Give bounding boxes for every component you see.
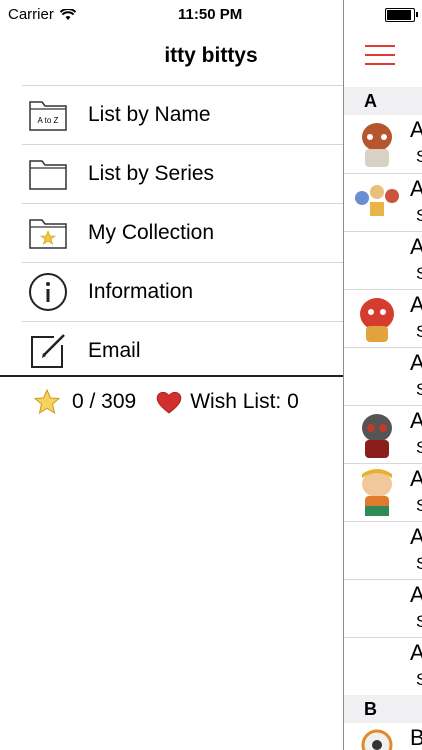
folder-a-to-z-icon: A to Z (28, 95, 68, 135)
list-item[interactable]: A S (344, 521, 422, 580)
figure-thumbnail-icon (352, 468, 402, 518)
list-item[interactable]: A S (344, 463, 422, 522)
menu-label-my-collection: My Collection (88, 221, 215, 244)
compose-icon (28, 331, 68, 371)
menu-label-list-by-series: List by Series (88, 162, 215, 185)
item-name: A (410, 117, 422, 143)
item-name: B (410, 725, 422, 750)
hamburger-menu-button[interactable] (365, 45, 395, 65)
list-item[interactable]: A S (344, 347, 422, 406)
status-time: 11:50 PM (178, 6, 243, 23)
item-name: A (410, 292, 422, 318)
figure-thumbnail-icon (352, 727, 402, 750)
section-letter: A (364, 91, 377, 111)
menu-label-email: Email (88, 339, 141, 362)
menu-list: A to Z List by Name List by Series My Co… (22, 85, 343, 380)
figure-thumbnail-icon (352, 178, 402, 228)
item-name: A (410, 524, 422, 550)
section-letter: B (364, 699, 377, 719)
item-series: S (416, 554, 422, 574)
item-series: S (416, 264, 422, 284)
item-series: S (416, 496, 422, 516)
item-series: S (416, 206, 422, 226)
item-name: A (410, 350, 422, 376)
item-series: S (416, 147, 422, 167)
item-name: A (410, 408, 422, 434)
heart-icon (156, 390, 182, 414)
section-header-a: A (344, 87, 422, 115)
item-name: A (410, 640, 422, 666)
carrier-info: Carrier (8, 6, 76, 23)
figure-thumbnail-icon (352, 119, 402, 169)
list-panel[interactable]: A A S A S A S (343, 0, 422, 750)
item-series: S (416, 322, 422, 342)
list-item[interactable]: A S (344, 115, 422, 173)
figure-thumbnail-icon (352, 410, 402, 460)
menu-item-list-by-series[interactable]: List by Series (22, 144, 343, 203)
icon-a-to-z-text: A to Z (38, 116, 59, 125)
item-name: A (410, 582, 422, 608)
item-series: S (416, 612, 422, 632)
section-header-b: B (344, 695, 422, 723)
list-item[interactable]: B (344, 723, 422, 750)
star-icon (33, 388, 61, 415)
list-item[interactable]: A S (344, 173, 422, 232)
item-name: A (410, 466, 422, 492)
wishlist-count: Wish List: 0 (190, 390, 299, 413)
menu-item-information[interactable]: Information (22, 262, 343, 321)
folder-icon (28, 154, 68, 194)
menu-item-list-by-name[interactable]: A to Z List by Name (22, 85, 343, 144)
list-item[interactable]: A S (344, 637, 422, 696)
list-item[interactable]: A S (344, 289, 422, 348)
menu-label-list-by-name: List by Name (88, 103, 211, 126)
item-series: S (416, 438, 422, 458)
item-name: A (410, 234, 422, 260)
wifi-icon (59, 8, 76, 21)
item-series: S (416, 670, 422, 690)
list-item[interactable]: A S (344, 579, 422, 638)
figure-thumbnail-icon (352, 294, 402, 344)
battery-icon (385, 8, 418, 22)
menu-label-information: Information (88, 280, 194, 303)
list-item[interactable]: A S (344, 405, 422, 464)
item-series: S (416, 380, 422, 400)
carrier-label: Carrier (8, 6, 54, 23)
collected-count: 0 / 309 (72, 390, 137, 413)
info-icon (28, 272, 68, 312)
status-bar: Carrier 11:50 PM (0, 0, 343, 30)
folder-star-icon (28, 213, 68, 253)
collection-stats: 0 / 309 Wish List: 0 (33, 388, 299, 415)
menu-item-my-collection[interactable]: My Collection (22, 203, 343, 262)
list-item[interactable]: A S (344, 231, 422, 290)
menu-divider (0, 375, 343, 377)
menu-item-email[interactable]: Email (22, 321, 343, 380)
item-name: A (410, 176, 422, 202)
